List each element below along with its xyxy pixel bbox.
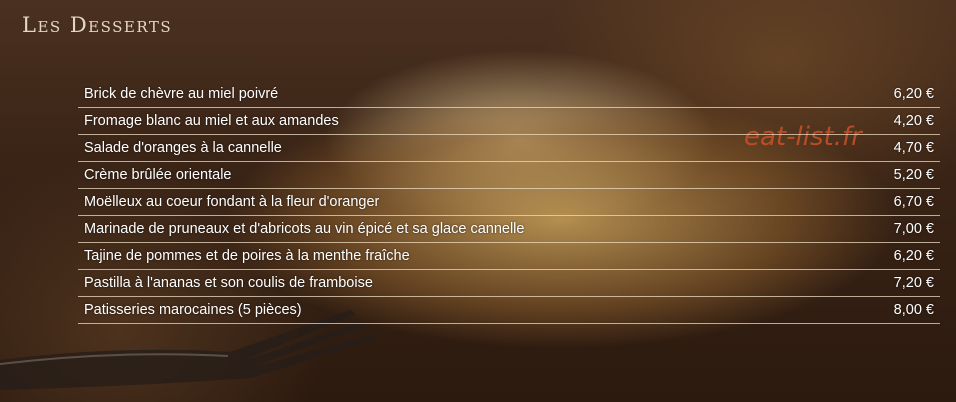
menu-item: Moëlleux au coeur fondant à la fleur d'o… — [78, 189, 940, 216]
menu-item: Pastilla à l'ananas et son coulis de fra… — [78, 270, 940, 297]
menu-item-name: Fromage blanc au miel et aux amandes — [84, 113, 339, 129]
menu-item: Fromage blanc au miel et aux amandes 4,2… — [78, 108, 940, 135]
menu-item-price: 8,00 € — [893, 302, 934, 318]
menu-item-price: 5,20 € — [893, 167, 934, 183]
menu-item-name: Marinade de pruneaux et d'abricots au vi… — [84, 221, 525, 237]
menu-item-name: Pastilla à l'ananas et son coulis de fra… — [84, 275, 373, 291]
menu-item: Crème brûlée orientale 5,20 € — [78, 162, 940, 189]
menu-item-name: Crème brûlée orientale — [84, 167, 232, 183]
menu-item-price: 7,20 € — [893, 275, 934, 291]
menu-item-price: 4,70 € — [893, 140, 934, 156]
menu-item-price: 6,20 € — [893, 248, 934, 264]
menu-item: Brick de chèvre au miel poivré 6,20 € — [78, 81, 940, 108]
menu-item-price: 4,20 € — [893, 113, 934, 129]
menu-item-name: Salade d'oranges à la cannelle — [84, 140, 282, 156]
menu-item: Salade d'oranges à la cannelle 4,70 € — [78, 135, 940, 162]
menu-item-price: 6,70 € — [893, 194, 934, 210]
menu-item-name: Patisseries marocaines (5 pièces) — [84, 302, 302, 318]
menu-item-name: Brick de chèvre au miel poivré — [84, 86, 279, 102]
menu-item: Marinade de pruneaux et d'abricots au vi… — [78, 216, 940, 243]
menu-item-price: 6,20 € — [893, 86, 934, 102]
page-title: Les Desserts — [22, 13, 173, 37]
menu-item-name: Tajine de pommes et de poires à la menth… — [84, 248, 410, 264]
menu-item: Tajine de pommes et de poires à la menth… — [78, 243, 940, 270]
menu-item-name: Moëlleux au coeur fondant à la fleur d'o… — [84, 194, 380, 210]
menu-item-price: 7,00 € — [893, 221, 934, 237]
menu-item: Patisseries marocaines (5 pièces) 8,00 € — [78, 297, 940, 324]
dessert-menu-list: Brick de chèvre au miel poivré 6,20 € Fr… — [78, 81, 940, 324]
